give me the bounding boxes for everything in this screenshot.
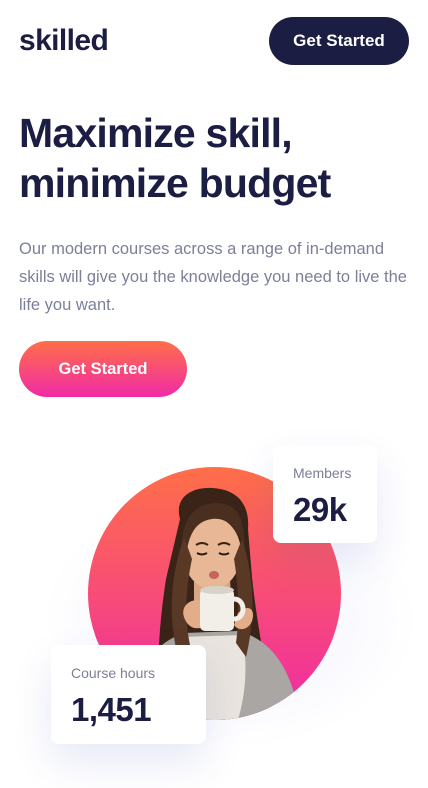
hero-headline-line-1: Maximize skill, — [19, 110, 293, 156]
course-hours-label: Course hours — [71, 665, 156, 681]
hero-headline: Maximize skill, minimize budget — [19, 108, 409, 208]
hero-headline-line-2: minimize budget — [19, 160, 331, 206]
hero-get-started-button[interactable]: Get Started — [19, 341, 187, 397]
landing-page: skilled Get Started Maximize skill, mini… — [0, 0, 428, 788]
members-stat-card: Members 29k — [273, 445, 377, 543]
members-value: 29k — [293, 491, 347, 528]
hero-description: Our modern courses across a range of in-… — [19, 240, 407, 314]
course-hours-value: 1,451 — [71, 691, 152, 728]
members-label: Members — [293, 465, 352, 481]
header-get-started-button[interactable]: Get Started — [269, 17, 409, 65]
course-hours-stat-card: Course hours 1,451 — [51, 645, 206, 744]
logo[interactable]: skilled — [19, 22, 109, 60]
